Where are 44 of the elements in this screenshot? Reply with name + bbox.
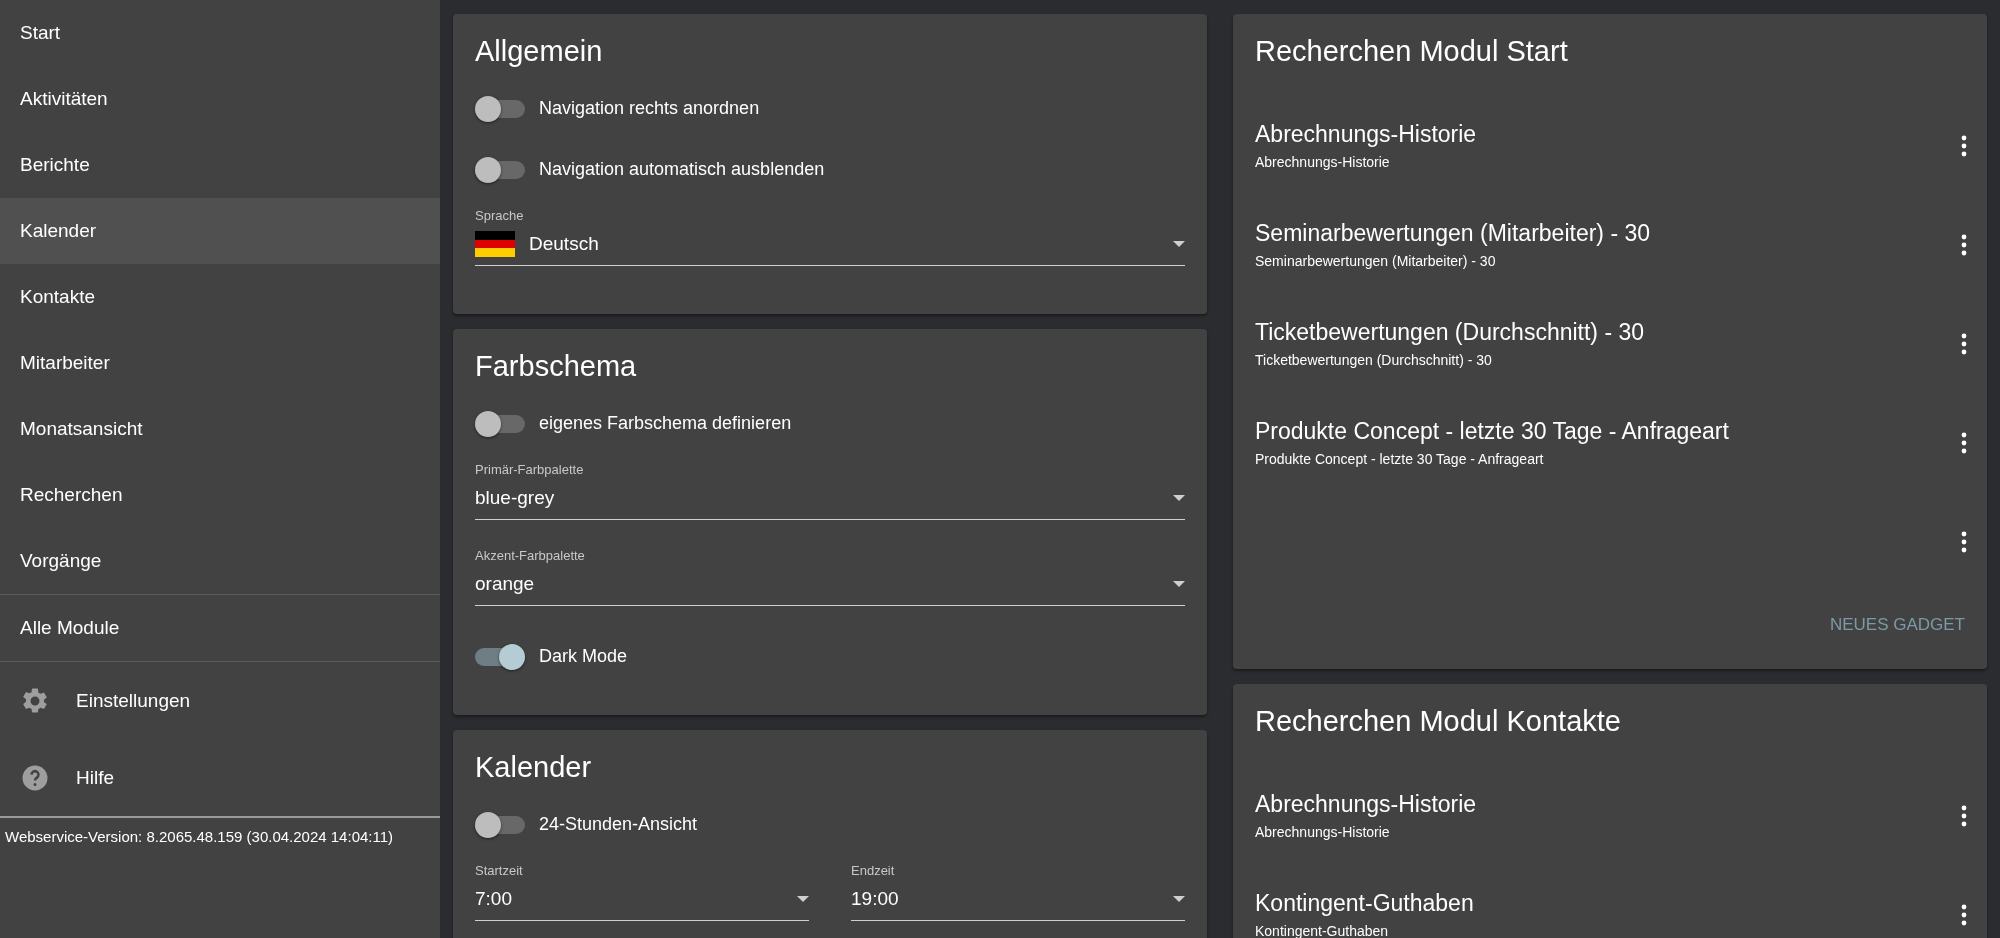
gadget-subtitle: Kontingent-Guthaben [1255, 923, 1390, 938]
gadget-title: Produkte Concept - letzte 30 Tage - Anfrageart [1255, 418, 1730, 445]
gadget-title: Ticketbewertungen (Durchschnitt) - 30 [1255, 319, 1646, 346]
card-title: Recherchen Modul Start [1255, 35, 1569, 68]
gadget-subtitle: Seminarbewertungen (Mitarbeiter) - 30 [1255, 253, 1497, 269]
field-label: Startzeit [475, 863, 524, 878]
field-label: Primär-Farbpalette [475, 462, 585, 477]
field-label: Sprache [475, 208, 525, 223]
settings-icon [20, 685, 50, 716]
card-title: Kalender [475, 751, 593, 784]
toggle-label: 24-Stunden-Ansicht [539, 814, 698, 835]
gadget-title: Abrechnungs-Historie [1255, 121, 1478, 148]
card-title: Allgemein [475, 35, 604, 68]
nav-item[interactable]: Einstellungen [0, 662, 440, 739]
nav-item[interactable]: Kalender [0, 198, 440, 264]
gadget-title: Seminarbewertungen (Mitarbeiter) - 30 [1255, 220, 1651, 247]
dropdown-caret-icon [1173, 581, 1185, 587]
dropdown-caret-icon [1173, 495, 1185, 501]
gadget-title: Abrechnungs-Historie [1255, 791, 1478, 818]
toggle-label: Dark Mode [539, 646, 628, 667]
nav-label: Hilfe [76, 766, 114, 789]
nav-label: Einstellungen [76, 689, 191, 712]
select-field[interactable]: 7:00 [475, 884, 809, 921]
dropdown-caret-icon [1173, 896, 1185, 902]
gadget-subtitle: Ticketbewertungen (Durchschnitt) - 30 [1255, 352, 1493, 368]
select-field[interactable]: blue-grey [475, 483, 1185, 520]
gadget-title: Kontingent-Guthaben [1255, 890, 1475, 917]
dropdown-caret-icon [1173, 241, 1185, 247]
select-field[interactable]: orange [475, 569, 1185, 606]
toggle-label: Navigation rechts anordnen [539, 98, 760, 119]
select-field[interactable]: Deutsch [475, 229, 1185, 266]
field-label: Endzeit [851, 863, 896, 878]
toggle-label: eigenes Farbschema definieren [539, 413, 792, 434]
gadget-subtitle: Abrechnungs-Historie [1255, 824, 1391, 840]
version-text: Webservice-Version: 8.2065.48.159 (30.04.2024 14:04:11) [0, 816, 440, 855]
dropdown-caret-icon [797, 896, 809, 902]
nav-item[interactable]: Hilfe [0, 739, 440, 816]
field-label: Akzent-Farbpalette [475, 548, 586, 563]
gadget-subtitle: Abrechnungs-Historie [1255, 154, 1391, 170]
card-title: Recherchen Modul Kontakte [1255, 705, 1622, 738]
gadget-subtitle: Produkte Concept - letzte 30 Tage - Anfrageart [1255, 451, 1545, 467]
select-field[interactable]: 19:00 [851, 884, 1185, 921]
card-title: Farbschema [475, 350, 638, 383]
toggle-label: Navigation automatisch ausblenden [539, 159, 825, 180]
